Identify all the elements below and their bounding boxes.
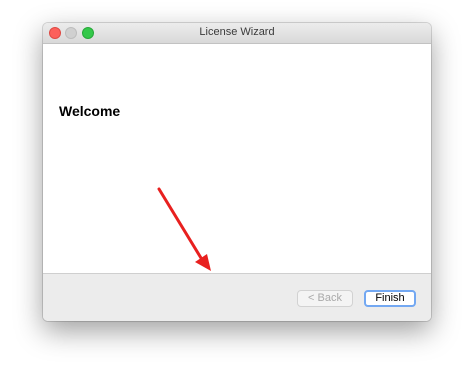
button-bar: < Back Finish [43, 273, 431, 321]
page-heading: Welcome [59, 103, 121, 119]
wizard-page: Welcome [43, 44, 431, 273]
license-wizard-window: License Wizard Welcome < Back Finish [43, 23, 431, 321]
back-button[interactable]: < Back [297, 290, 353, 307]
window-title: License Wizard [199, 26, 275, 38]
title-bar[interactable]: License Wizard [43, 23, 431, 44]
finish-button[interactable]: Finish [364, 290, 416, 307]
